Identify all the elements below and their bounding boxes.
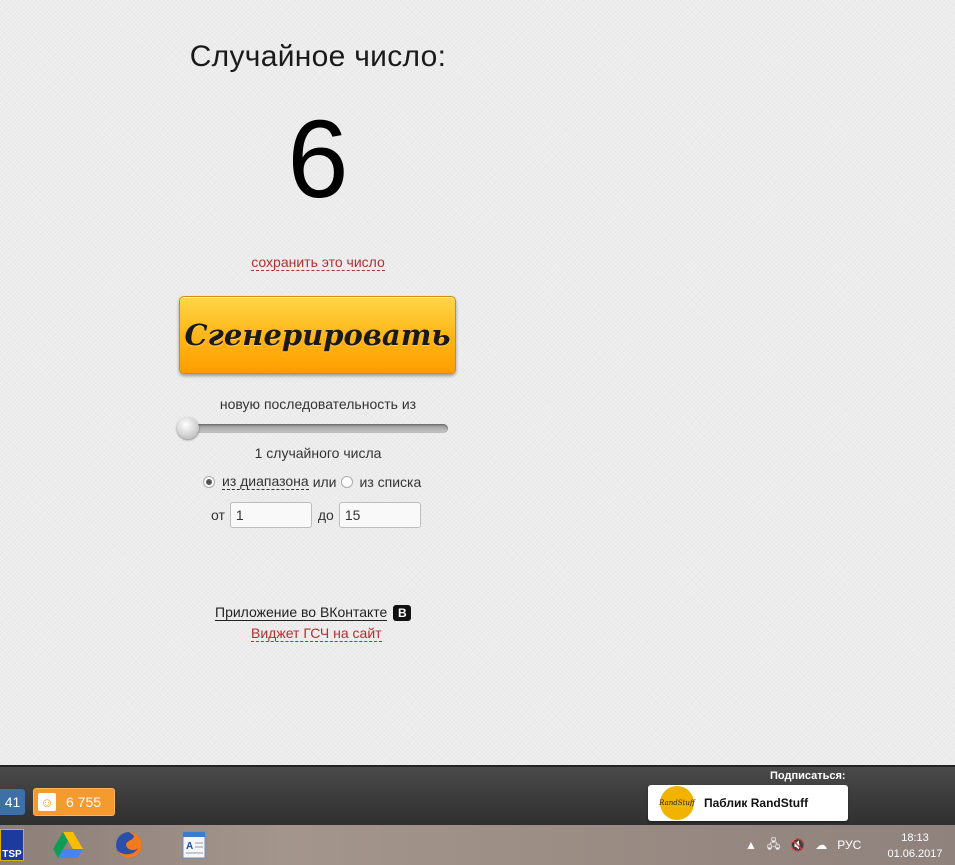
google-drive-icon[interactable] bbox=[52, 829, 84, 861]
sequence-label: новую последовательность из bbox=[219, 396, 417, 412]
page-title: Случайное число: bbox=[189, 40, 447, 73]
range-row: от до bbox=[211, 502, 421, 528]
public-subscribe-card[interactable]: RandStuff Паблик RandStuff bbox=[648, 785, 848, 821]
from-label: от bbox=[211, 507, 225, 523]
document-app-icon[interactable]: A bbox=[178, 829, 210, 861]
count-label: 1 случайного числа bbox=[254, 445, 382, 461]
or-text: или bbox=[312, 473, 337, 490]
count-slider-handle[interactable] bbox=[177, 417, 199, 439]
chevron-up-icon[interactable]: ▲ bbox=[745, 838, 757, 852]
public-name: Паблик RandStuff bbox=[704, 796, 809, 810]
widget-link-wrap: Виджет ГСЧ на сайт bbox=[251, 625, 382, 642]
language-indicator[interactable]: РУС bbox=[837, 838, 861, 852]
randstuff-logo: RandStuff bbox=[659, 786, 695, 820]
vk-icon[interactable]: В bbox=[393, 604, 412, 621]
generate-button[interactable]: Сгенерировать bbox=[179, 296, 456, 374]
range-mode-link[interactable]: из диапазона bbox=[222, 473, 309, 490]
vk-share-count[interactable]: 41 bbox=[0, 789, 25, 815]
mode-selector: из диапазона или из списка bbox=[203, 473, 421, 490]
range-mode-radio[interactable] bbox=[203, 475, 215, 488]
to-input[interactable] bbox=[338, 502, 421, 528]
clock[interactable]: 18:13 01.06.2017 bbox=[880, 830, 950, 862]
list-mode-radio[interactable] bbox=[340, 475, 353, 488]
page: Случайное число: 6 сохранить это число С… bbox=[0, 0, 955, 765]
list-mode-label[interactable]: из списка bbox=[360, 474, 422, 490]
sync-icon[interactable]: ☁ bbox=[815, 838, 827, 852]
subscribe-label: Подписаться: bbox=[770, 770, 846, 782]
system-tray: ▲ 🖧 🔇 ☁ РУС bbox=[745, 833, 871, 857]
vk-app-link[interactable]: Приложение во ВКонтакте bbox=[215, 604, 388, 621]
widget-link[interactable]: Виджет ГСЧ на сайт bbox=[251, 625, 382, 642]
odnoklassniki-icon: ☺ bbox=[38, 793, 56, 811]
clock-time: 18:13 bbox=[901, 832, 929, 844]
save-number-link[interactable]: сохранить это число bbox=[251, 254, 385, 271]
tsp-app-icon[interactable]: TSP bbox=[0, 829, 24, 861]
ok-share-button[interactable]: ☺ 6 755 bbox=[33, 788, 115, 816]
volume-muted-icon[interactable]: 🔇 bbox=[790, 838, 805, 852]
firefox-icon[interactable] bbox=[113, 829, 145, 861]
count-slider-track[interactable] bbox=[180, 424, 448, 433]
vk-app-row: Приложение во ВКонтакте В bbox=[215, 604, 412, 621]
network-icon[interactable]: 🖧 bbox=[767, 835, 780, 856]
ok-share-count: 6 755 bbox=[66, 794, 102, 810]
to-label: до bbox=[317, 507, 334, 523]
svg-text:A: A bbox=[186, 841, 193, 852]
random-number-display: 6 bbox=[287, 98, 349, 221]
from-input[interactable] bbox=[229, 502, 312, 528]
clock-date: 01.06.2017 bbox=[887, 848, 943, 860]
save-number-link-wrap: сохранить это число bbox=[168, 254, 468, 271]
